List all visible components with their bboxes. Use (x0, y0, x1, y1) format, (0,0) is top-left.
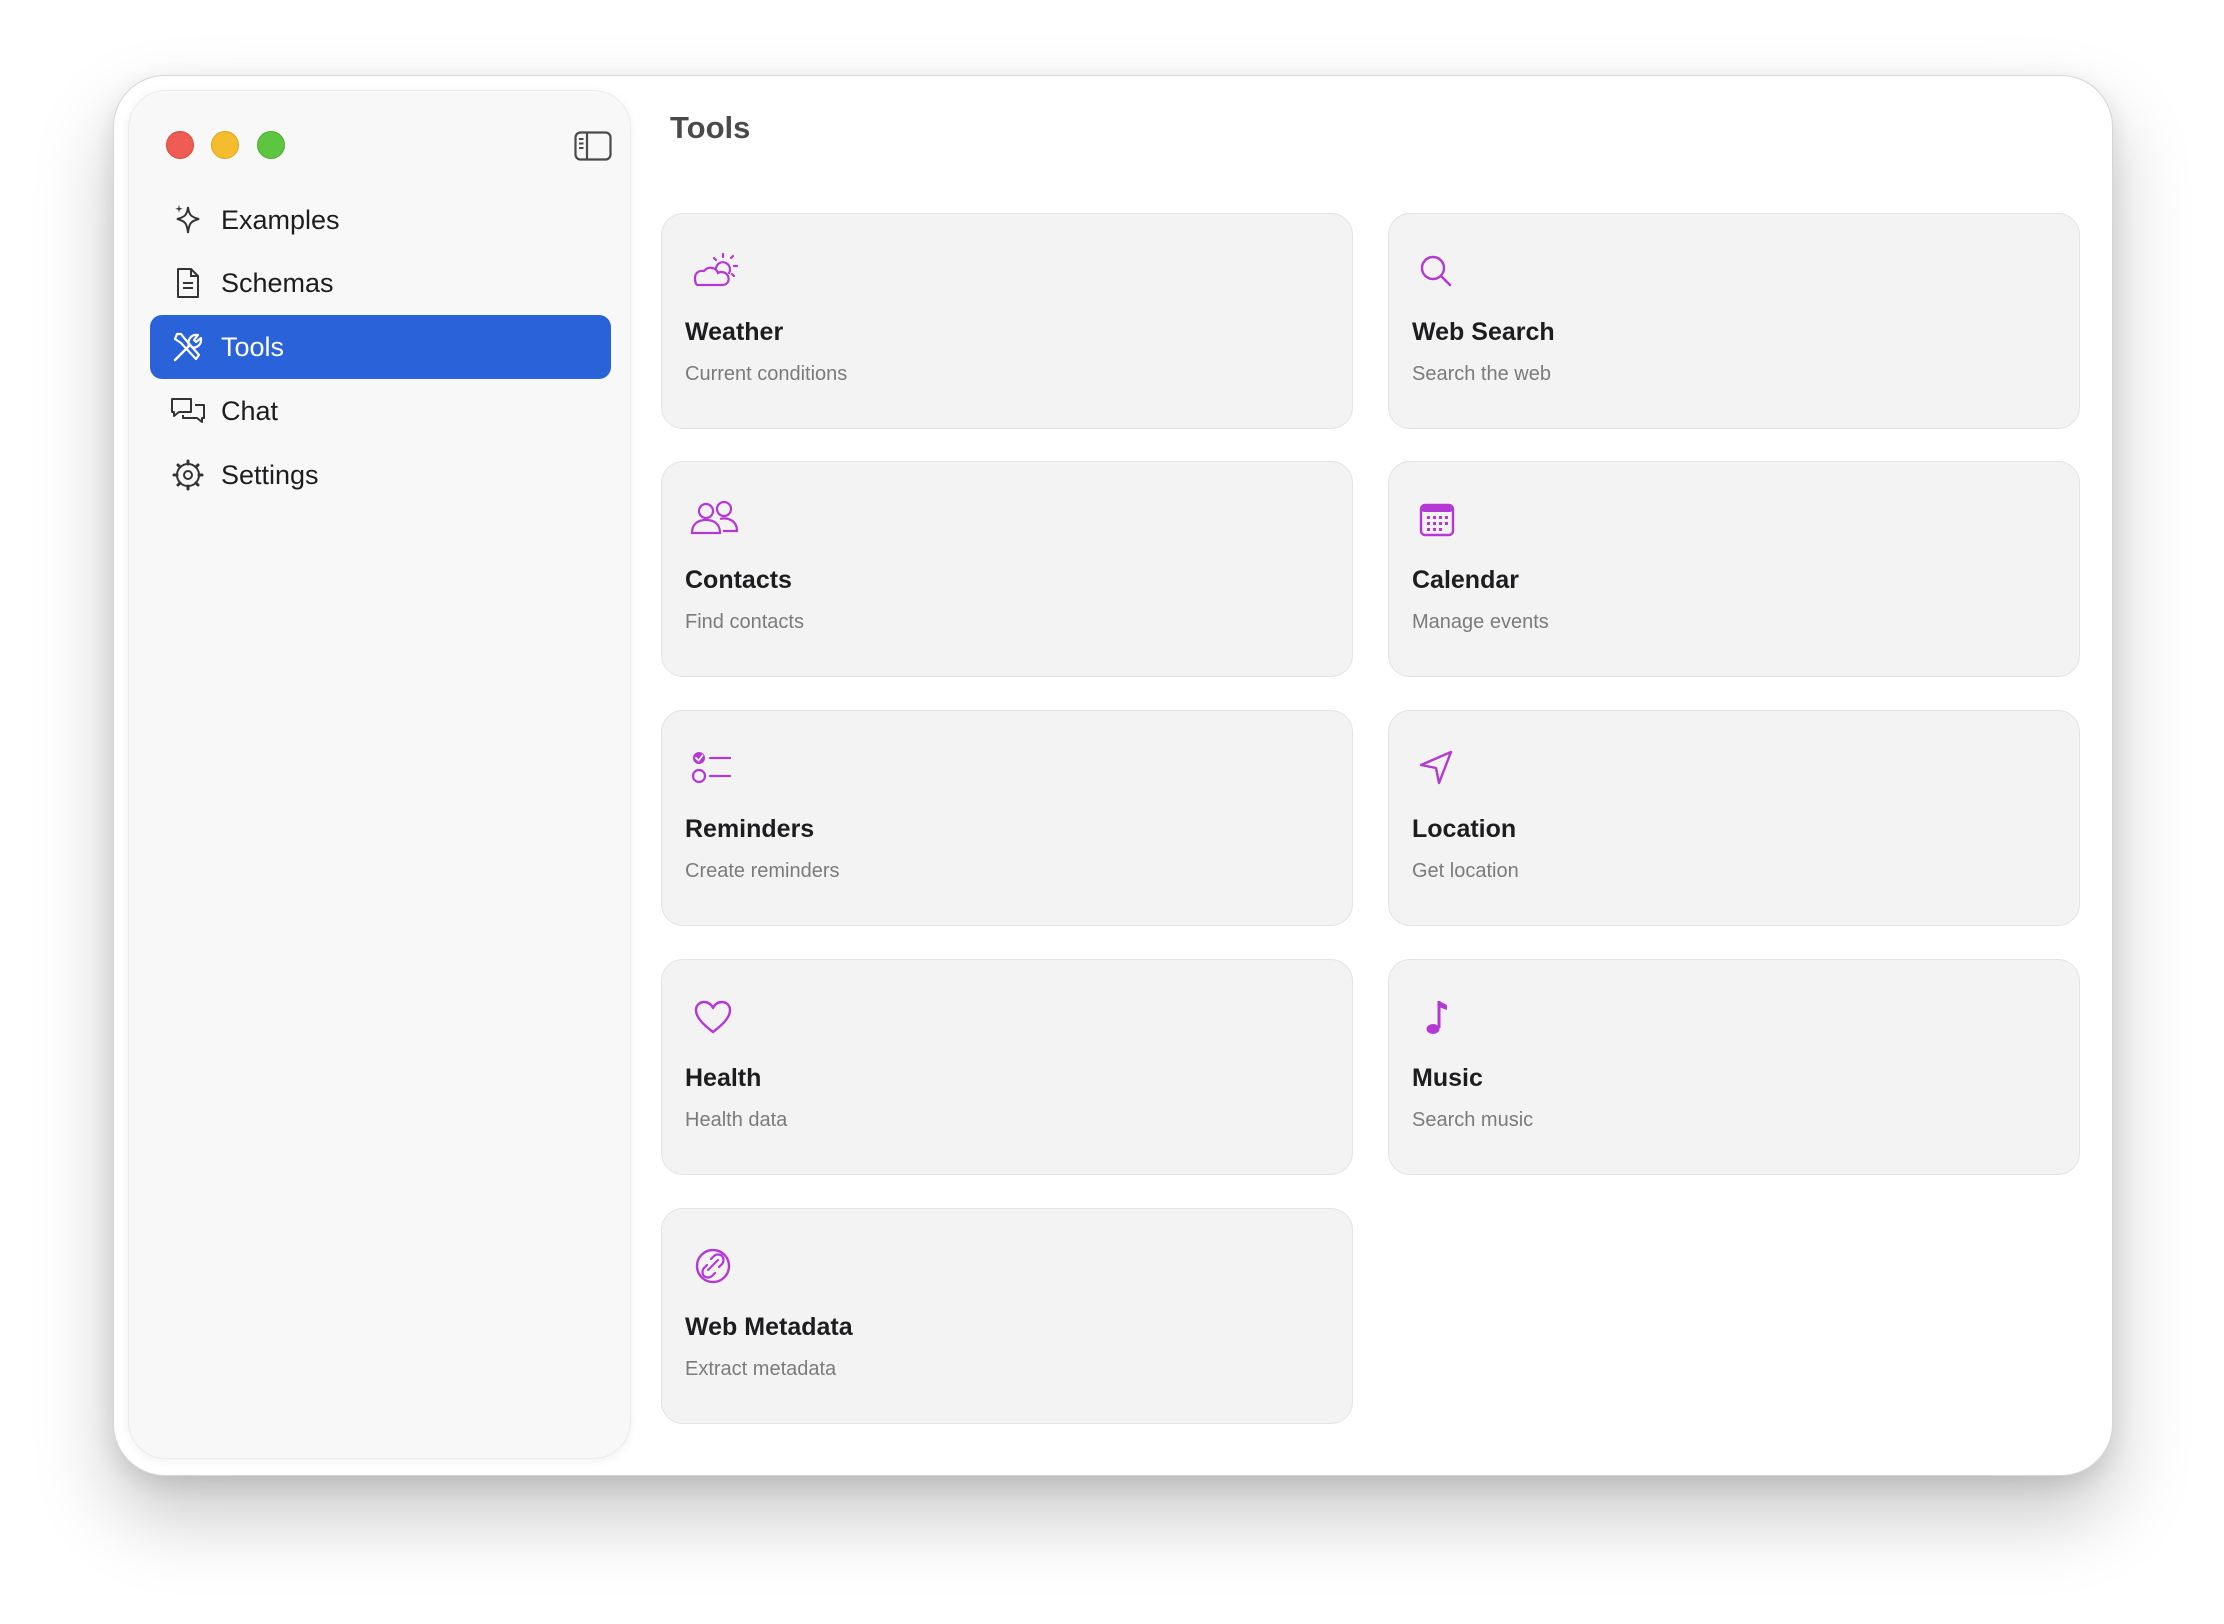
tool-card-contacts[interactable]: Contacts Find contacts (661, 461, 1353, 677)
location-arrow-icon (1417, 746, 1467, 790)
tool-card-music[interactable]: Music Search music (1388, 959, 2080, 1175)
sidebar-item-chat[interactable]: Chat (150, 379, 611, 443)
calendar-icon (1417, 497, 1467, 541)
card-title: Weather (685, 318, 784, 346)
tool-card-reminders[interactable]: Reminders Create reminders (661, 710, 1353, 926)
minimize-window-button[interactable] (211, 131, 239, 159)
card-subtitle: Find contacts (685, 611, 804, 633)
heart-icon (690, 995, 740, 1039)
card-subtitle: Get location (1412, 860, 1519, 882)
card-title: Contacts (685, 566, 792, 594)
maximize-window-button[interactable] (257, 131, 285, 159)
close-window-button[interactable] (166, 131, 194, 159)
sidebar-toggle-icon (574, 131, 612, 161)
checklist-icon (690, 746, 740, 790)
gear-icon (169, 456, 207, 494)
card-title: Reminders (685, 815, 815, 843)
sidebar: Examples Schemas Tools Chat Settings (128, 90, 631, 1459)
sidebar-item-schemas[interactable]: Schemas (150, 251, 611, 315)
card-title: Web Search (1412, 318, 1555, 346)
document-icon (169, 264, 207, 302)
tool-card-web-search[interactable]: Web Search Search the web (1388, 213, 2080, 429)
card-title: Music (1412, 1064, 1483, 1092)
sidebar-item-label: Schemas (221, 267, 334, 298)
tool-card-weather[interactable]: Weather Current conditions (661, 213, 1353, 429)
card-subtitle: Manage events (1412, 611, 1549, 633)
link-circle-icon (690, 1244, 740, 1288)
card-title: Web Metadata (685, 1313, 853, 1341)
card-subtitle: Search the web (1412, 363, 1551, 385)
card-title: Location (1412, 815, 1517, 843)
sidebar-toggle-button[interactable] (574, 131, 612, 161)
tool-card-web-metadata[interactable]: Web Metadata Extract metadata (661, 1208, 1353, 1424)
card-subtitle: Current conditions (685, 363, 848, 385)
sparkles-icon (169, 201, 207, 239)
tool-card-health[interactable]: Health Health data (661, 959, 1353, 1175)
tools-icon (169, 328, 207, 366)
cloud-sun-icon (690, 249, 740, 293)
sidebar-item-label: Settings (221, 459, 319, 490)
sidebar-item-settings[interactable]: Settings (150, 443, 611, 507)
sidebar-item-examples[interactable]: Examples (150, 188, 611, 252)
music-note-icon (1417, 995, 1467, 1039)
tool-card-calendar[interactable]: Calendar Manage events (1388, 461, 2080, 677)
card-title: Health (685, 1064, 762, 1092)
card-title: Calendar (1412, 566, 1519, 594)
people-icon (690, 497, 740, 541)
sidebar-item-label: Chat (221, 395, 279, 426)
card-subtitle: Create reminders (685, 860, 840, 882)
sidebar-item-label: Tools (221, 331, 285, 362)
card-subtitle: Health data (685, 1109, 788, 1131)
sidebar-item-label: Examples (221, 204, 340, 235)
chat-bubbles-icon (169, 392, 207, 430)
app-window: Examples Schemas Tools Chat Settings Too… (113, 75, 2113, 1476)
magnifier-icon (1417, 249, 1467, 293)
page-title: Tools (670, 110, 751, 145)
card-subtitle: Search music (1412, 1109, 1534, 1131)
card-subtitle: Extract metadata (685, 1358, 837, 1380)
tool-card-location[interactable]: Location Get location (1388, 710, 2080, 926)
sidebar-item-tools[interactable]: Tools (150, 315, 611, 379)
